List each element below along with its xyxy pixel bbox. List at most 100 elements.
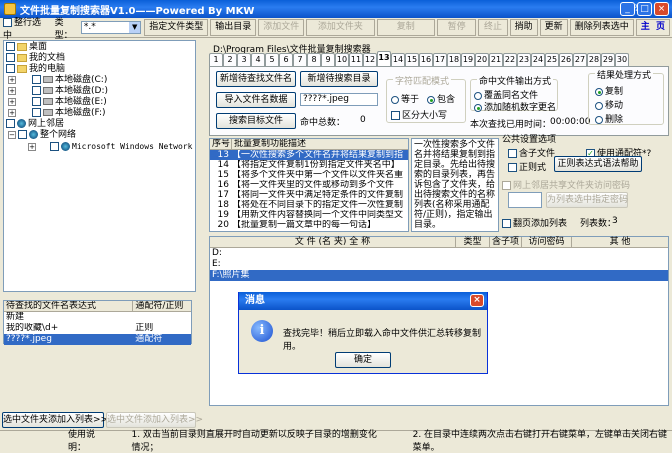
- capture-button[interactable]: 捎助: [509, 19, 538, 36]
- tab-12[interactable]: 12: [363, 53, 377, 66]
- minimize-button[interactable]: _: [620, 2, 635, 16]
- title-bar[interactable]: 文件批量复制搜索器V1.0——Powered By MKW: [0, 0, 672, 18]
- folder-tree[interactable]: 桌面 我的文档 我的电脑 + 本地磁盘(C:) + 本地磁盘(D:) + 本地磁盘(E…: [3, 40, 196, 292]
- output-dir-button[interactable]: 输出目录: [210, 19, 257, 36]
- dialog-ok-button[interactable]: 确定: [335, 352, 391, 368]
- tab-27[interactable]: 27: [573, 53, 587, 66]
- tab-28[interactable]: 28: [587, 53, 601, 66]
- list-item[interactable]: 16 【将一文件夹里的文件或移动到多个文件: [210, 180, 408, 190]
- collapse-icon[interactable]: −: [8, 130, 16, 139]
- checkbox[interactable]: [502, 219, 511, 228]
- tree-checkbox[interactable]: [6, 53, 15, 62]
- radio-button[interactable]: [391, 95, 399, 104]
- tab-10[interactable]: 10: [335, 53, 349, 66]
- table-row[interactable]: ????*.jpeg 通配符: [4, 334, 191, 345]
- column-header[interactable]: 批量复制功能描述: [232, 139, 306, 149]
- dialog-title-bar[interactable]: 消息 ×: [239, 292, 487, 310]
- tree-checkbox[interactable]: [32, 75, 41, 84]
- tab-11[interactable]: 11: [349, 53, 363, 66]
- tree-item-windows-network[interactable]: + Microsoft Windows Network: [6, 141, 193, 153]
- list-item[interactable]: 14 【将指定文件复制1份到指定文件夹名中】: [210, 160, 408, 170]
- regex-syntax-help-button[interactable]: 正则表达式语法帮助: [554, 156, 642, 172]
- checkbox[interactable]: [508, 149, 517, 158]
- tab-2[interactable]: 2: [223, 53, 237, 66]
- new-search-name-button[interactable]: 新增待查找文件名: [216, 71, 296, 87]
- expand-icon[interactable]: +: [8, 86, 16, 95]
- pause-button[interactable]: 暂停: [437, 19, 477, 36]
- password-input[interactable]: [508, 192, 542, 208]
- tree-item-my-documents[interactable]: 我的文档: [6, 53, 193, 64]
- list-item[interactable]: 20 【批量复制一篇文章中的每一句话】: [210, 220, 408, 230]
- specify-password-button[interactable]: 为列表选中指定密码: [546, 192, 628, 208]
- post-delete-option[interactable]: 删除: [595, 112, 623, 125]
- tab-14[interactable]: 14: [391, 53, 405, 66]
- tab-30[interactable]: 30: [615, 53, 629, 66]
- delete-selected-button[interactable]: 删除列表选中: [569, 19, 634, 36]
- select-all-checkbox[interactable]: [3, 17, 12, 27]
- tab-13[interactable]: 13: [377, 51, 391, 66]
- chevron-down-icon[interactable]: ▼: [129, 22, 141, 33]
- tab-20[interactable]: 20: [475, 53, 489, 66]
- tree-checkbox[interactable]: [6, 64, 15, 73]
- list-item[interactable]: 13 【一次性搜索多个文件名并将结果复制到指: [210, 150, 408, 160]
- tab-7[interactable]: 7: [293, 53, 307, 66]
- tab-6[interactable]: 6: [279, 53, 293, 66]
- radio-button[interactable]: [427, 95, 435, 104]
- expand-icon[interactable]: +: [8, 75, 16, 84]
- expand-icon[interactable]: +: [8, 97, 16, 106]
- close-button[interactable]: ×: [654, 2, 669, 16]
- tree-checkbox[interactable]: [32, 97, 41, 106]
- dialog-close-button[interactable]: ×: [470, 294, 484, 307]
- list-item[interactable]: 15 【将多个文件夹中第一个文件以文件夹名重: [210, 170, 408, 180]
- radio-button[interactable]: [474, 91, 482, 100]
- tree-item-desktop[interactable]: 桌面: [6, 42, 193, 53]
- tree-item-network-places[interactable]: 网上邻居: [6, 119, 193, 130]
- tab-17[interactable]: 17: [433, 53, 447, 66]
- flip-add-option[interactable]: 翻页添加列表: [502, 216, 567, 229]
- regex-option[interactable]: 正则式: [508, 160, 546, 173]
- tab-16[interactable]: 16: [419, 53, 433, 66]
- function-list[interactable]: 序号 批量复制功能描述 13 【一次性搜索多个文件名并将结果复制到指 14 【将指定文…: [209, 138, 409, 232]
- radio-button[interactable]: [474, 103, 482, 112]
- tab-1[interactable]: 1: [209, 53, 223, 66]
- type-select[interactable]: *.* ▼: [80, 21, 142, 34]
- net-password-option[interactable]: 网上邻居共享文件夹访问密码: [502, 178, 630, 191]
- tab-15[interactable]: 15: [405, 53, 419, 66]
- tree-checkbox[interactable]: [32, 108, 41, 117]
- home-button[interactable]: 主 页: [635, 19, 671, 36]
- tree-item-my-computer[interactable]: 我的电脑: [6, 64, 193, 75]
- tree-checkbox[interactable]: [32, 86, 41, 95]
- match-equal-option[interactable]: 等于: [391, 92, 419, 105]
- column-header[interactable]: 其 他: [572, 237, 668, 247]
- table-row[interactable]: D:: [210, 248, 668, 259]
- column-header[interactable]: 文 件 (名 夹) 全 称: [210, 237, 456, 247]
- column-header[interactable]: 含子项: [490, 237, 522, 247]
- tree-item-drive-d[interactable]: + 本地磁盘(D:): [6, 86, 193, 97]
- list-item[interactable]: 17 【将同一文件夹中满足特定条件的文件复制: [210, 190, 408, 200]
- column-header[interactable]: 待查找的文件名表达式: [4, 301, 134, 311]
- search-target-button[interactable]: 搜索目标文件: [216, 113, 296, 129]
- column-header[interactable]: 序号: [210, 139, 232, 149]
- maximize-button[interactable]: □: [637, 2, 652, 16]
- update-button[interactable]: 更新: [539, 19, 568, 36]
- tab-3[interactable]: 3: [237, 53, 251, 66]
- tab-21[interactable]: 21: [489, 53, 503, 66]
- tree-item-drive-c[interactable]: + 本地磁盘(C:): [6, 75, 193, 86]
- tree-item-drive-f[interactable]: + 本地磁盘(F:): [6, 108, 193, 119]
- assign-type-button[interactable]: 指定文件类型: [144, 19, 209, 36]
- tree-checkbox[interactable]: [6, 119, 15, 128]
- tab-9[interactable]: 9: [321, 53, 335, 66]
- radio-button[interactable]: [595, 87, 603, 96]
- tab-5[interactable]: 5: [265, 53, 279, 66]
- copy-button[interactable]: 复制: [376, 19, 436, 36]
- name-input[interactable]: ????*.jpeg: [300, 93, 378, 106]
- checkbox[interactable]: [391, 111, 400, 120]
- case-sensitive-option[interactable]: 区分大小写: [391, 108, 447, 121]
- tab-22[interactable]: 22: [503, 53, 517, 66]
- list-item[interactable]: 18 【将处在不同目录下的指定文件一次性复制: [210, 200, 408, 210]
- subfolder-option[interactable]: 含子文件: [508, 146, 555, 159]
- checkbox[interactable]: [502, 181, 511, 190]
- tree-item-entire-network[interactable]: − 整个网络: [6, 130, 193, 141]
- table-row[interactable]: F:\照片集: [210, 270, 668, 281]
- checkbox[interactable]: [508, 163, 517, 172]
